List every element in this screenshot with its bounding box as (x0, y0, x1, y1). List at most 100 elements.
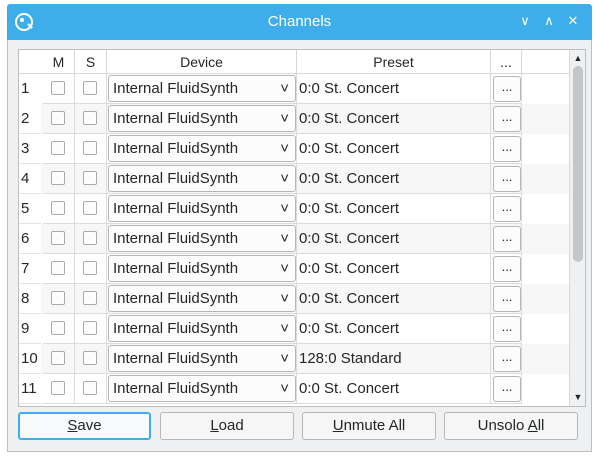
row-number[interactable]: 4 (19, 164, 41, 194)
device-cell: Internal FluidSynth ˅ (107, 254, 297, 284)
mute-checkbox[interactable] (51, 111, 65, 125)
choose-preset-button[interactable]: ... (493, 346, 521, 372)
row-number[interactable]: 9 (19, 314, 41, 344)
row-number[interactable]: 10 (19, 344, 41, 374)
preset-cell[interactable]: 0:0 St. Concert (297, 164, 491, 194)
load-button[interactable]: Load (160, 412, 294, 440)
device-select[interactable]: Internal FluidSynth ˅ (108, 375, 296, 402)
column-header-solo[interactable]: S (75, 50, 107, 74)
row-number[interactable]: 1 (19, 74, 41, 104)
mute-checkbox[interactable] (51, 351, 65, 365)
choose-preset-button[interactable]: ... (493, 196, 521, 222)
chevron-up-icon[interactable]: ∧ (539, 11, 559, 31)
preset-cell[interactable]: 128:0 Standard (297, 344, 491, 374)
choose-preset-button[interactable]: ... (493, 136, 521, 162)
choose-preset-button[interactable]: ... (493, 76, 521, 102)
solo-cell (75, 134, 107, 164)
device-select[interactable]: Internal FluidSynth ˅ (108, 105, 296, 132)
unsolo-all-button-label: ll (537, 417, 545, 434)
unmute-all-button-label: nmute All (343, 417, 406, 434)
preset-value: 0:0 St. Concert (299, 200, 400, 217)
mute-checkbox[interactable] (51, 231, 65, 245)
preset-value: 0:0 St. Concert (299, 320, 400, 337)
row-number[interactable]: 2 (19, 104, 41, 134)
close-icon[interactable]: ✕ (563, 11, 583, 31)
preset-cell[interactable]: 0:0 St. Concert (297, 374, 491, 404)
mute-checkbox[interactable] (51, 261, 65, 275)
device-select[interactable]: Internal FluidSynth ˅ (108, 165, 296, 192)
row-number[interactable]: 11 (19, 374, 41, 404)
choose-preset-button[interactable]: ... (493, 256, 521, 282)
solo-checkbox[interactable] (83, 171, 97, 185)
mute-checkbox[interactable] (51, 141, 65, 155)
solo-cell (75, 254, 107, 284)
title-bar[interactable]: Channels ∨ ∧ ✕ (7, 4, 592, 40)
choose-preset-button[interactable]: ... (493, 376, 521, 402)
mute-checkbox[interactable] (51, 291, 65, 305)
device-select[interactable]: Internal FluidSynth ˅ (108, 75, 296, 102)
preset-cell[interactable]: 0:0 St. Concert (297, 254, 491, 284)
row-number[interactable]: 6 (19, 224, 41, 254)
choose-preset-button[interactable]: ... (493, 166, 521, 192)
mute-checkbox[interactable] (51, 321, 65, 335)
preset-cell[interactable]: 0:0 St. Concert (297, 284, 491, 314)
solo-checkbox[interactable] (83, 141, 97, 155)
preset-button-cell: ... (491, 104, 522, 134)
chevron-down-icon: ˅ (280, 110, 289, 127)
chevron-down-icon[interactable]: ∨ (515, 11, 535, 31)
solo-cell (75, 344, 107, 374)
choose-preset-button[interactable]: ... (493, 316, 521, 342)
row-number[interactable]: 5 (19, 194, 41, 224)
device-select[interactable]: Internal FluidSynth ˅ (108, 285, 296, 312)
choose-preset-button[interactable]: ... (493, 226, 521, 252)
unmute-all-button[interactable]: Unmute All (302, 412, 436, 440)
column-header-more[interactable]: ... (491, 50, 522, 74)
preset-value: 0:0 St. Concert (299, 110, 400, 127)
preset-value: 0:0 St. Concert (299, 260, 400, 277)
solo-checkbox[interactable] (83, 351, 97, 365)
solo-checkbox[interactable] (83, 231, 97, 245)
preset-cell[interactable]: 0:0 St. Concert (297, 314, 491, 344)
device-select[interactable]: Internal FluidSynth ˅ (108, 255, 296, 282)
row-number[interactable]: 3 (19, 134, 41, 164)
solo-checkbox[interactable] (83, 381, 97, 395)
save-button[interactable]: Save (18, 412, 151, 440)
device-select[interactable]: Internal FluidSynth ˅ (108, 195, 296, 222)
row-number[interactable]: 7 (19, 254, 41, 284)
vertical-scrollbar[interactable]: ▲ ▼ (569, 50, 585, 406)
choose-preset-button[interactable]: ... (493, 286, 521, 312)
mute-checkbox[interactable] (51, 171, 65, 185)
solo-checkbox[interactable] (83, 291, 97, 305)
mute-checkbox[interactable] (51, 381, 65, 395)
preset-cell[interactable]: 0:0 St. Concert (297, 194, 491, 224)
scrollbar-thumb[interactable] (573, 66, 583, 262)
scroll-up-icon[interactable]: ▲ (573, 52, 583, 64)
solo-checkbox[interactable] (83, 81, 97, 95)
scroll-down-icon[interactable]: ▼ (573, 391, 583, 403)
device-select[interactable]: Internal FluidSynth ˅ (108, 315, 296, 342)
row-number[interactable]: 8 (19, 284, 41, 314)
mute-cell (43, 194, 75, 224)
device-select[interactable]: Internal FluidSynth ˅ (108, 345, 296, 372)
preset-cell[interactable]: 0:0 St. Concert (297, 134, 491, 164)
column-header-device[interactable]: Device (107, 50, 297, 74)
solo-checkbox[interactable] (83, 111, 97, 125)
device-select[interactable]: Internal FluidSynth ˅ (108, 135, 296, 162)
device-select-value: Internal FluidSynth (113, 110, 239, 127)
mute-checkbox[interactable] (51, 201, 65, 215)
device-select[interactable]: Internal FluidSynth ˅ (108, 225, 296, 252)
preset-cell[interactable]: 0:0 St. Concert (297, 74, 491, 104)
corner-header (19, 50, 43, 74)
preset-cell[interactable]: 0:0 St. Concert (297, 224, 491, 254)
solo-checkbox[interactable] (83, 261, 97, 275)
choose-preset-button[interactable]: ... (493, 106, 521, 132)
channels-table[interactable]: M S Device Preset ... 1 Internal FluidSyn… (18, 49, 586, 407)
column-header-preset[interactable]: Preset (297, 50, 491, 74)
solo-checkbox[interactable] (83, 201, 97, 215)
unsolo-all-button[interactable]: Unsolo All (444, 412, 578, 440)
preset-cell[interactable]: 0:0 St. Concert (297, 104, 491, 134)
column-header-mute[interactable]: M (43, 50, 75, 74)
mute-checkbox[interactable] (51, 81, 65, 95)
solo-cell (75, 164, 107, 194)
solo-checkbox[interactable] (83, 321, 97, 335)
